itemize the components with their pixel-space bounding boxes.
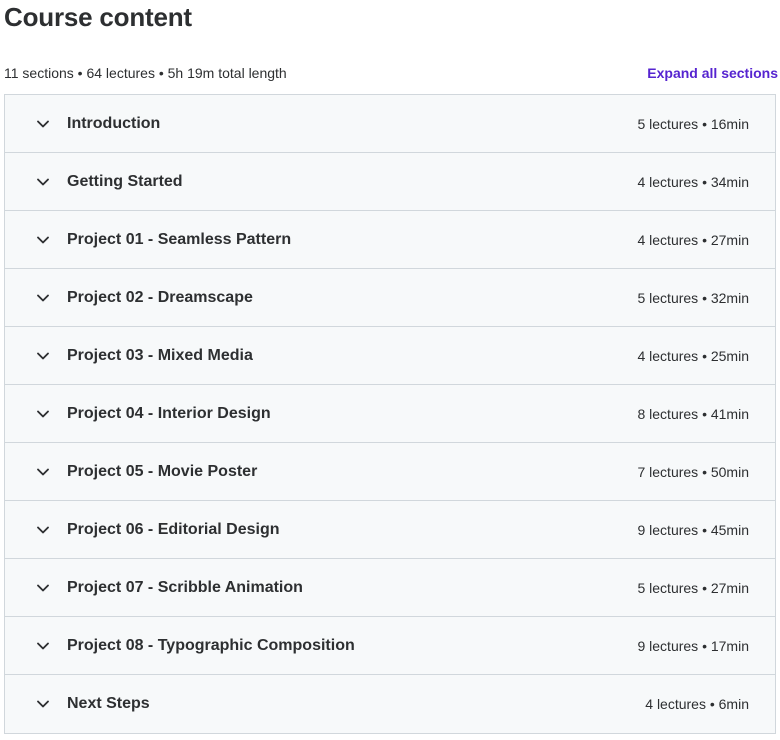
section-title: Project 02 - Dreamscape bbox=[67, 288, 253, 306]
section-meta: 4 lectures • 6min bbox=[645, 696, 749, 712]
section-meta: 9 lectures • 45min bbox=[637, 521, 749, 538]
chevron-down-icon bbox=[35, 116, 51, 132]
chevron-down-icon bbox=[35, 232, 51, 248]
section-row-1[interactable]: Introduction 5 lectures • 16min bbox=[5, 95, 775, 153]
chevron-down-icon bbox=[35, 638, 51, 654]
sections-list: Introduction 5 lectures • 16min Getting … bbox=[4, 94, 776, 734]
course-summary: 11 sections • 64 lectures • 5h 19m total… bbox=[4, 65, 287, 81]
chevron-down-icon bbox=[35, 580, 51, 596]
section-row-7[interactable]: Project 05 - Movie Poster 7 lectures • 5… bbox=[5, 443, 775, 501]
chevron-down-icon bbox=[35, 696, 51, 712]
page-title: Course content bbox=[4, 2, 192, 32]
section-row-4[interactable]: Project 02 - Dreamscape 5 lectures • 32m… bbox=[5, 269, 775, 327]
chevron-down-icon bbox=[35, 464, 51, 480]
section-meta: 5 lectures • 16min bbox=[637, 115, 749, 132]
section-title: Project 05 - Movie Poster bbox=[67, 462, 258, 480]
section-row-2[interactable]: Getting Started 4 lectures • 34min bbox=[5, 153, 775, 211]
section-meta: 5 lectures • 32min bbox=[637, 289, 749, 306]
section-title: Project 01 - Seamless Pattern bbox=[67, 230, 292, 248]
section-title: Introduction bbox=[67, 114, 161, 132]
section-title: Project 04 - Interior Design bbox=[67, 404, 271, 422]
section-row-11[interactable]: Next Steps 4 lectures • 6min bbox=[5, 675, 775, 733]
chevron-down-icon bbox=[35, 522, 51, 538]
section-meta: 5 lectures • 27min bbox=[637, 579, 749, 596]
section-meta: 4 lectures • 25min bbox=[637, 347, 749, 364]
section-row-10[interactable]: Project 08 - Typographic Composition 9 l… bbox=[5, 617, 775, 675]
course-content-panel: Course content 11 sections • 64 lectures… bbox=[0, 0, 780, 740]
course-summary-bar: 11 sections • 64 lectures • 5h 19m total… bbox=[4, 62, 778, 84]
section-row-6[interactable]: Project 04 - Interior Design 8 lectures … bbox=[5, 385, 775, 443]
section-row-9[interactable]: Project 07 - Scribble Animation 5 lectur… bbox=[5, 559, 775, 617]
section-row-8[interactable]: Project 06 - Editorial Design 9 lectures… bbox=[5, 501, 775, 559]
section-title: Next Steps bbox=[67, 695, 150, 712]
section-meta: 7 lectures • 50min bbox=[637, 463, 749, 480]
section-title: Project 03 - Mixed Media bbox=[67, 346, 253, 364]
section-meta: 9 lectures • 17min bbox=[637, 637, 749, 654]
expand-all-sections-button[interactable]: Expand all sections bbox=[647, 65, 778, 81]
section-title: Project 07 - Scribble Animation bbox=[67, 578, 303, 596]
section-meta: 8 lectures • 41min bbox=[637, 405, 749, 422]
section-meta: 4 lectures • 27min bbox=[637, 231, 749, 248]
section-meta: 4 lectures • 34min bbox=[637, 173, 749, 190]
section-row-5[interactable]: Project 03 - Mixed Media 4 lectures • 25… bbox=[5, 327, 775, 385]
chevron-down-icon bbox=[35, 290, 51, 306]
section-title: Project 06 - Editorial Design bbox=[67, 520, 280, 538]
chevron-down-icon bbox=[35, 348, 51, 364]
chevron-down-icon bbox=[35, 406, 51, 422]
section-title: Getting Started bbox=[67, 172, 183, 190]
section-row-3[interactable]: Project 01 - Seamless Pattern 4 lectures… bbox=[5, 211, 775, 269]
chevron-down-icon bbox=[35, 174, 51, 190]
section-title: Project 08 - Typographic Composition bbox=[67, 636, 355, 654]
